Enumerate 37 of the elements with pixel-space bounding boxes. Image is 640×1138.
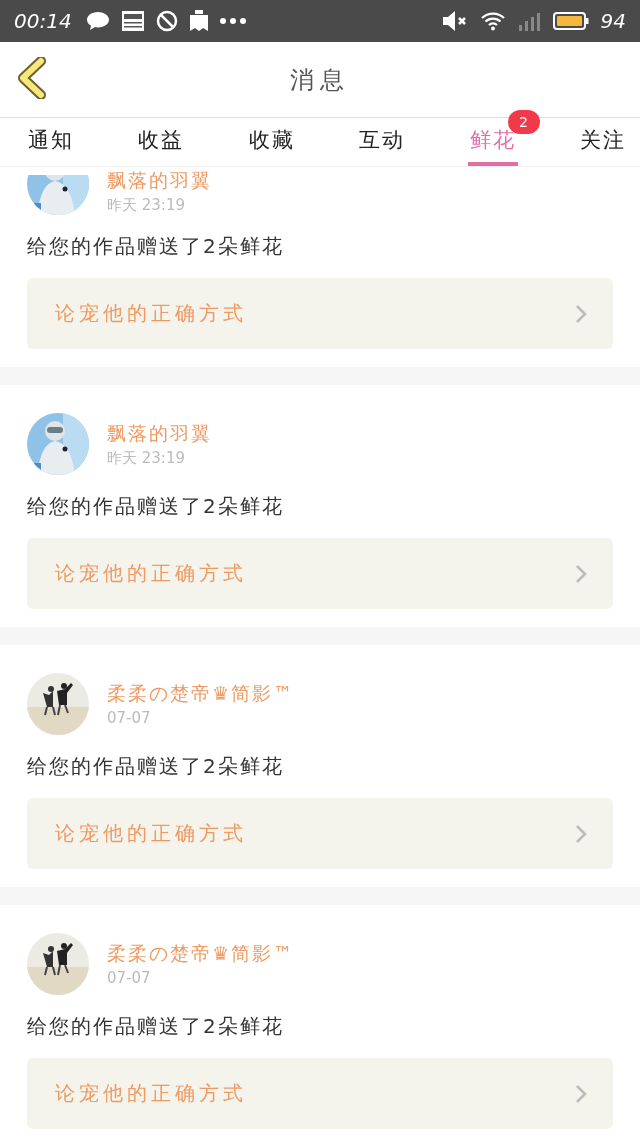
chevron-right-icon <box>575 1083 587 1104</box>
user-name[interactable]: 飘落的羽翼 <box>107 168 212 194</box>
tab[interactable]: 关注 <box>577 118 628 166</box>
battery-percent: 94 <box>600 9 626 33</box>
work-link[interactable]: 论宠他的正确方式 <box>27 278 613 349</box>
back-button[interactable] <box>16 57 48 101</box>
muted-speaker-icon <box>442 10 469 32</box>
tab[interactable]: 通知 <box>26 118 76 166</box>
user-name[interactable]: 飘落的羽翼 <box>107 420 212 447</box>
battery-icon <box>552 12 589 30</box>
chevron-right-icon <box>575 563 587 584</box>
message-time: 昨天 23:19 <box>107 448 186 468</box>
tab[interactable]: 收益 <box>136 118 187 166</box>
work-link[interactable]: 论宠他的正确方式 <box>27 538 613 609</box>
newspaper-icon <box>121 11 144 31</box>
signal-icon <box>516 11 541 31</box>
user-name[interactable]: 柔柔の楚帝♛简影™ <box>107 681 295 707</box>
chevron-right-icon <box>575 823 587 844</box>
message-text: 给您的作品赠送了2朵鲜花 <box>27 233 285 260</box>
message-text: 给您的作品赠送了2朵鲜花 <box>27 753 285 780</box>
page-title: 消息 <box>290 64 350 96</box>
message-time: 07-07 <box>107 969 152 987</box>
status-time: 00:14 <box>14 9 72 33</box>
message-text: 给您的作品赠送了2朵鲜花 <box>27 493 285 520</box>
work-link[interactable]: 论宠他的正确方式 <box>27 798 613 869</box>
tab[interactable]: 互动 <box>357 118 408 166</box>
more-icon <box>219 18 246 24</box>
message-time: 昨天 23:19 <box>107 196 186 215</box>
message-time: 07-07 <box>107 709 152 727</box>
work-link[interactable]: 论宠他的正确方式 <box>27 1058 613 1129</box>
chevron-right-icon <box>575 303 587 324</box>
chat-bubble-icon <box>85 11 110 31</box>
user-name[interactable]: 柔柔の楚帝♛简影™ <box>107 941 295 967</box>
wifi-icon <box>480 11 505 31</box>
blocked-icon <box>155 10 178 32</box>
message-text: 给您的作品赠送了2朵鲜花 <box>27 1013 285 1040</box>
tab[interactable]: 收藏 <box>246 118 297 166</box>
